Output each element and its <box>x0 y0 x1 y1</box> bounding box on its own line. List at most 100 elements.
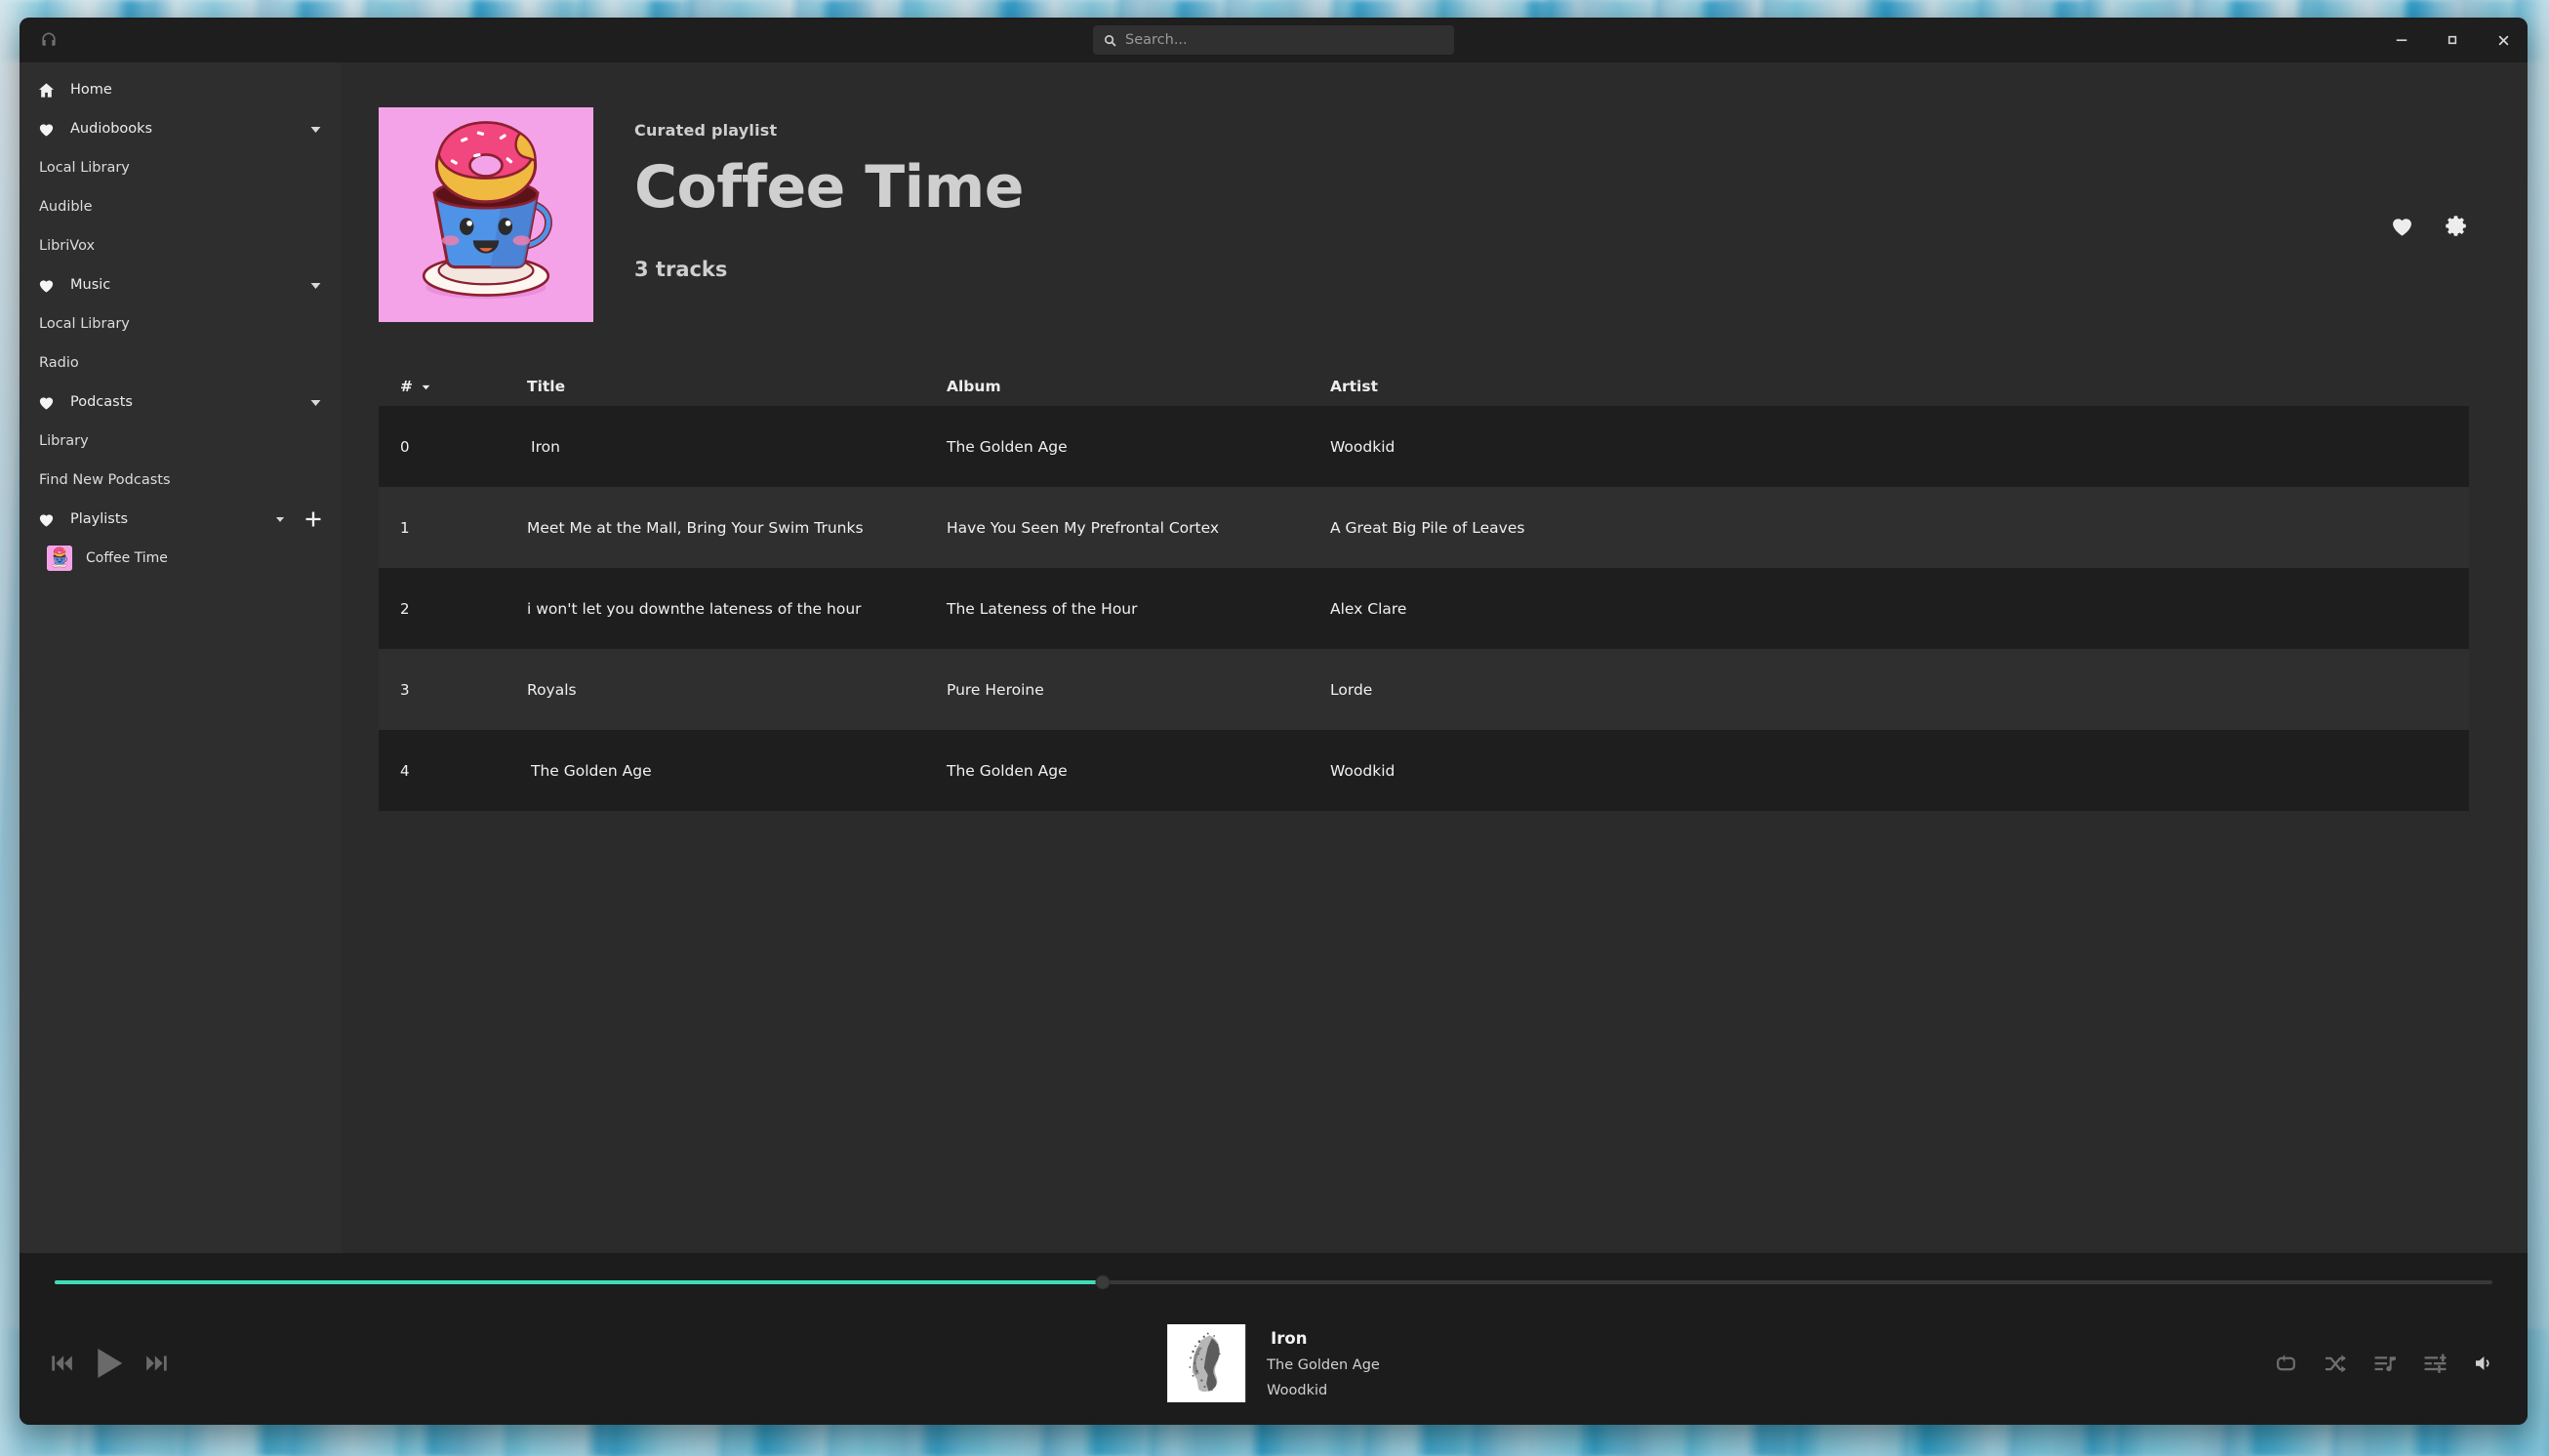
chevron-down-icon[interactable] <box>304 121 326 138</box>
favorite-button[interactable] <box>2389 213 2415 239</box>
volume-button[interactable] <box>2473 1352 2496 1375</box>
sidebar-item-audible[interactable]: Audible <box>20 187 342 226</box>
playlist-kind-label: Curated playlist <box>634 121 2469 140</box>
sidebar-group-audiobooks[interactable]: Audiobooks <box>20 109 342 148</box>
column-header-label: # <box>400 378 413 395</box>
maximize-icon <box>2445 32 2460 48</box>
window-controls <box>2391 29 2514 51</box>
progress-handle[interactable] <box>1096 1275 1111 1290</box>
heart-icon <box>35 510 57 529</box>
sidebar-group-playlists[interactable]: Playlists <box>20 500 342 539</box>
sidebar-item-label: Find New Podcasts <box>39 472 171 488</box>
main-content: Curated playlist Coffee Time 3 tracks <box>342 62 2528 1253</box>
desktop-wallpaper: Home Audiobooks Local Library <box>0 0 2549 1456</box>
cell-title: The Golden Age <box>527 762 947 780</box>
table-row[interactable]: 0 Iron The Golden Age Woodkid <box>379 406 2469 487</box>
shuffle-button[interactable] <box>2324 1352 2348 1376</box>
sidebar-item-audiobooks-local-library[interactable]: Local Library <box>20 148 342 187</box>
sidebar-item-label: Library <box>39 433 89 449</box>
sidebar-item-label: Home <box>70 82 112 98</box>
now-playing-text: Iron The Golden Age Woodkid <box>1267 1329 1380 1398</box>
settings-button[interactable] <box>2443 213 2469 239</box>
transport-controls <box>20 1344 342 1383</box>
table-row[interactable]: 3 Royals Pure Heroine Lorde <box>379 649 2469 730</box>
queue-icon <box>2373 1352 2398 1376</box>
playlist-header: Curated playlist Coffee Time 3 tracks <box>379 107 2469 322</box>
progress-slider[interactable] <box>55 1280 2492 1284</box>
sidebar-item-music-local-library[interactable]: Local Library <box>20 304 342 344</box>
minimize-button[interactable] <box>2391 29 2412 51</box>
cell-album: The Golden Age <box>947 438 1330 456</box>
headphones-icon <box>39 30 59 50</box>
sidebar-item-librivox[interactable]: LibriVox <box>20 226 342 265</box>
app-icon-area <box>20 30 78 50</box>
now-playing-cover-art <box>1167 1324 1245 1402</box>
column-header-number[interactable]: # <box>379 378 527 395</box>
sidebar-group-label: Audiobooks <box>70 121 152 137</box>
sidebar-item-label: Radio <box>39 355 79 371</box>
now-playing-artist: Woodkid <box>1267 1383 1380 1398</box>
cell-number: 0 <box>379 438 527 456</box>
track-table: # Title Album Artist 0 Iron The Golden A… <box>379 367 2469 811</box>
play-icon <box>90 1344 129 1383</box>
cell-number: 1 <box>379 519 527 537</box>
now-playing[interactable]: Iron The Golden Age Woodkid <box>1167 1324 1380 1402</box>
page-title: Coffee Time <box>634 157 2469 219</box>
sidebar-group-music[interactable]: Music <box>20 265 342 304</box>
table-row[interactable]: 1 Meet Me at the Mall, Bring Your Swim T… <box>379 487 2469 568</box>
chevron-down-icon[interactable] <box>304 277 326 294</box>
sort-descending-icon <box>420 381 432 393</box>
sidebar-item-label: Local Library <box>39 160 130 176</box>
equalizer-button[interactable] <box>2423 1352 2448 1376</box>
next-button[interactable] <box>144 1351 170 1376</box>
cell-title: i won't let you downthe lateness of the … <box>527 600 947 618</box>
shuffle-icon <box>2324 1352 2348 1376</box>
column-header-artist[interactable]: Artist <box>1330 378 2469 395</box>
sidebar-item-find-new-podcasts[interactable]: Find New Podcasts <box>20 461 342 500</box>
table-row[interactable]: 4 The Golden Age The Golden Age Woodkid <box>379 730 2469 811</box>
table-header-row: # Title Album Artist <box>379 367 2469 406</box>
repeat-button[interactable] <box>2274 1352 2298 1376</box>
sidebar-item-podcasts-library[interactable]: Library <box>20 422 342 461</box>
progress-fill <box>55 1280 1103 1284</box>
titlebar <box>20 18 2528 62</box>
previous-button[interactable] <box>49 1351 74 1376</box>
sidebar-item-label: Audible <box>39 199 93 215</box>
play-button[interactable] <box>90 1344 129 1383</box>
sidebar-item-home[interactable]: Home <box>20 70 342 109</box>
plus-icon <box>303 509 323 529</box>
heart-icon <box>35 120 57 139</box>
chevron-down-icon[interactable] <box>304 394 326 411</box>
sidebar-item-playlist-coffee-time[interactable]: Coffee Time <box>20 539 342 578</box>
playlist-thumbnail <box>47 546 72 571</box>
sidebar: Home Audiobooks Local Library <box>20 62 342 1253</box>
minimize-icon <box>2393 31 2410 49</box>
home-icon <box>35 81 57 100</box>
maximize-button[interactable] <box>2442 29 2463 51</box>
cell-artist: Lorde <box>1330 681 2469 699</box>
queue-button[interactable] <box>2373 1352 2398 1376</box>
table-row[interactable]: 2 i won't let you downthe lateness of th… <box>379 568 2469 649</box>
sidebar-group-label: Podcasts <box>70 394 133 410</box>
close-button[interactable] <box>2492 29 2514 51</box>
skip-previous-icon <box>49 1351 74 1376</box>
chevron-down-icon[interactable] <box>269 512 291 526</box>
add-playlist-button[interactable] <box>301 509 326 529</box>
player-bar: Iron The Golden Age Woodkid <box>20 1253 2528 1425</box>
now-playing-album: The Golden Age <box>1267 1357 1380 1373</box>
search-input[interactable] <box>1125 32 1444 48</box>
sidebar-group-podcasts[interactable]: Podcasts <box>20 383 342 422</box>
sidebar-item-label: Local Library <box>39 316 130 332</box>
search-box[interactable] <box>1093 25 1454 55</box>
player-right-controls <box>2274 1352 2496 1376</box>
column-header-album[interactable]: Album <box>947 378 1330 395</box>
close-icon <box>2495 32 2512 49</box>
cell-artist: Woodkid <box>1330 762 2469 780</box>
cell-artist: Alex Clare <box>1330 600 2469 618</box>
cell-title: Royals <box>527 681 947 699</box>
playlist-cover-art <box>379 107 593 322</box>
player-controls-row: Iron The Golden Age Woodkid <box>20 1302 2528 1425</box>
sidebar-item-radio[interactable]: Radio <box>20 344 342 383</box>
cell-album: The Lateness of the Hour <box>947 600 1330 618</box>
column-header-title[interactable]: Title <box>527 378 947 395</box>
